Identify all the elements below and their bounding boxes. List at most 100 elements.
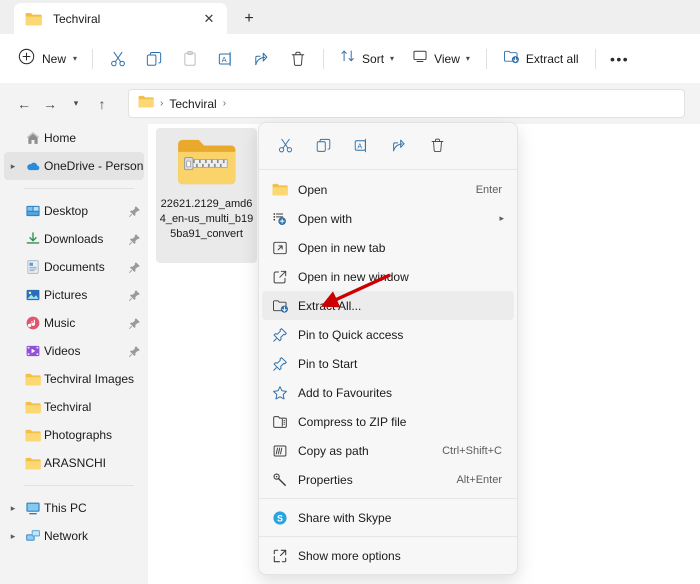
sidebar-item-music[interactable]: Music	[4, 309, 144, 337]
pin-icon[interactable]	[124, 317, 144, 330]
forward-icon[interactable]: →	[37, 91, 63, 117]
context-menu[interactable]: A Open Enter Open with ▸ Open in new tab Open	[258, 122, 518, 575]
svg-text:A: A	[357, 142, 362, 150]
context-menu-item-open-with[interactable]: Open with ▸	[262, 204, 514, 233]
chevron-down-icon: ▾	[465, 53, 470, 63]
rename-icon[interactable]: A	[343, 129, 379, 161]
more-options-button[interactable]: •••	[603, 43, 637, 75]
close-icon[interactable]: ✕	[199, 9, 219, 29]
network-icon	[22, 528, 44, 544]
chevron-right-icon[interactable]: ▸	[499, 213, 506, 224]
keyboard-shortcut: Alt+Enter	[456, 473, 502, 486]
context-menu-item-label: Pin to Quick access	[298, 327, 404, 342]
file-item[interactable]: 22621.2129_amd64_en-us_multi_b195ba91_co…	[156, 128, 257, 263]
sidebar-item-this-pc[interactable]: ▸ This PC	[4, 494, 144, 522]
navigation-pane[interactable]: Home ▸ OneDrive - Persona Desktop Downloads D…	[0, 124, 148, 584]
context-menu-item-label: Pin to Start	[298, 356, 358, 371]
extract-all-button[interactable]: Extract all	[494, 43, 588, 75]
breadcrumb-item-techviral[interactable]: Techviral	[169, 97, 216, 111]
context-menu-divider	[259, 536, 517, 537]
sidebar-item-label: OneDrive - Persona	[44, 159, 144, 173]
sidebar-item-techviral[interactable]: Techviral	[4, 393, 144, 421]
context-menu-item-share-with-skype[interactable]: S Share with Skype	[262, 503, 514, 532]
context-menu-item-extract-all[interactable]: Extract All...	[262, 291, 514, 320]
extract-all-icon	[272, 298, 298, 314]
up-icon[interactable]: ↑	[89, 91, 115, 117]
sidebar-item-home[interactable]: Home	[4, 124, 144, 152]
pin-icon[interactable]	[124, 289, 144, 302]
cut-icon[interactable]	[100, 43, 136, 75]
share-icon[interactable]	[244, 43, 280, 75]
context-menu-item-properties[interactable]: Properties Alt+Enter	[262, 465, 514, 494]
chevron-right-icon[interactable]: ▸	[4, 161, 22, 172]
back-icon[interactable]: ←	[11, 91, 37, 117]
context-menu-divider	[259, 169, 517, 170]
onedrive-icon	[22, 158, 44, 174]
context-menu-item-copy-as-path[interactable]: Copy as path Ctrl+Shift+C	[262, 436, 514, 465]
context-menu-item-show-more-options[interactable]: Show more options	[262, 541, 514, 570]
sidebar-item-pictures[interactable]: Pictures	[4, 281, 144, 309]
rename-icon[interactable]: A	[208, 43, 244, 75]
context-menu-item-open[interactable]: Open Enter	[262, 175, 514, 204]
chevron-right-icon[interactable]: ▸	[4, 503, 22, 514]
home-icon	[22, 130, 44, 146]
recent-locations-icon[interactable]: ▾	[63, 91, 89, 117]
context-menu-item-open-in-new-tab[interactable]: Open in new tab	[262, 233, 514, 262]
folder-icon	[22, 401, 44, 414]
cut-icon[interactable]	[267, 129, 303, 161]
context-menu-item-label: Open with	[298, 211, 353, 226]
sidebar-item-onedrive-persona[interactable]: ▸ OneDrive - Persona	[4, 152, 144, 180]
new-tab-button[interactable]: +	[237, 7, 261, 31]
keyboard-shortcut: Ctrl+Shift+C	[442, 444, 502, 457]
pin-icon[interactable]	[124, 345, 144, 358]
context-menu-item-pin-to-quick-access[interactable]: Pin to Quick access	[262, 320, 514, 349]
copy-icon[interactable]	[305, 129, 341, 161]
delete-icon[interactable]	[280, 43, 316, 75]
context-menu-item-label: Properties	[298, 472, 353, 487]
tab-techviral[interactable]: Techviral ✕	[14, 3, 227, 34]
sidebar-item-photographs[interactable]: Photographs	[4, 421, 144, 449]
paste-icon	[172, 43, 208, 75]
copy-icon[interactable]	[136, 43, 172, 75]
new-button[interactable]: New ▾	[12, 43, 85, 75]
pin-icon	[272, 356, 298, 372]
pin-icon[interactable]	[124, 233, 144, 246]
sidebar-item-videos[interactable]: Videos	[4, 337, 144, 365]
videos-icon	[22, 343, 44, 359]
pictures-icon	[22, 287, 44, 303]
toolbar-divider-3	[485, 48, 487, 69]
new-button-label: New	[42, 51, 67, 66]
address-bar-row: ← → ▾ ↑ › Techviral ›	[0, 83, 700, 124]
context-menu-divider	[259, 498, 517, 499]
downloads-icon	[22, 231, 44, 247]
sidebar-item-downloads[interactable]: Downloads	[4, 225, 144, 253]
show-more-icon	[272, 548, 298, 564]
desktop-icon	[22, 203, 44, 219]
delete-icon[interactable]	[419, 129, 455, 161]
new-window-icon	[272, 269, 298, 285]
sidebar-item-network[interactable]: ▸ Network	[4, 522, 144, 550]
toolbar-divider	[92, 48, 94, 69]
chevron-right-icon[interactable]: ▸	[4, 531, 22, 542]
pin-icon[interactable]	[124, 261, 144, 274]
context-menu-item-open-in-new-window[interactable]: Open in new window	[262, 262, 514, 291]
sidebar-item-arasnchi[interactable]: ARASNCHI	[4, 449, 144, 477]
view-button[interactable]: View ▾	[403, 43, 479, 75]
breadcrumb[interactable]: › Techviral ›	[128, 89, 685, 118]
context-menu-item-compress-to-zip-file[interactable]: Compress to ZIP file	[262, 407, 514, 436]
share-icon[interactable]	[381, 129, 417, 161]
sidebar-item-documents[interactable]: Documents	[4, 253, 144, 281]
new-tab-icon	[272, 240, 298, 256]
context-menu-item-add-to-favourites[interactable]: Add to Favourites	[262, 378, 514, 407]
sidebar-item-label: Home	[44, 131, 77, 145]
sort-button[interactable]: Sort ▾	[331, 43, 403, 75]
toolbar-divider-2	[323, 48, 325, 69]
skype-icon: S	[272, 510, 298, 526]
sidebar-divider	[24, 485, 134, 486]
pin-icon[interactable]	[124, 205, 144, 218]
sidebar-item-techviral-images[interactable]: Techviral Images	[4, 365, 144, 393]
context-menu-item-pin-to-start[interactable]: Pin to Start	[262, 349, 514, 378]
folder-icon	[22, 457, 44, 470]
sidebar-item-label: Pictures	[44, 288, 88, 302]
sidebar-item-desktop[interactable]: Desktop	[4, 197, 144, 225]
